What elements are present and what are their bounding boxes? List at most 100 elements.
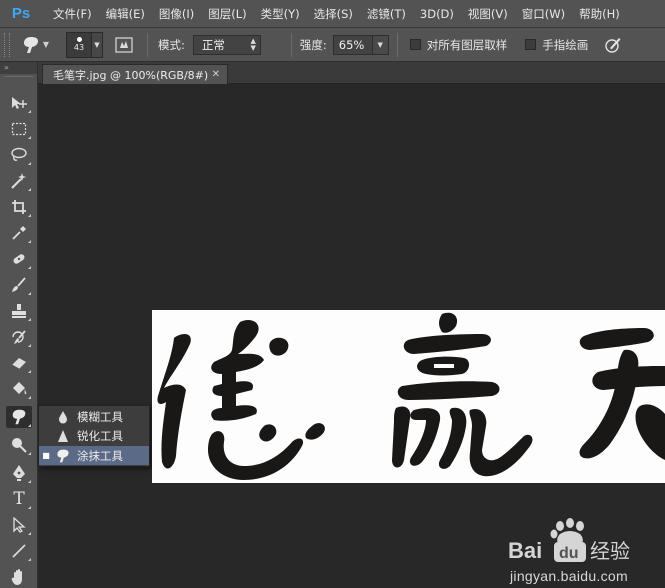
hand-icon xyxy=(11,569,22,585)
tool-group-indicator xyxy=(28,344,31,347)
eyedropper-icon xyxy=(12,226,26,240)
finger-painting-label: 手指绘画 xyxy=(542,37,589,52)
menu-type[interactable]: 类型(Y) xyxy=(254,0,307,28)
flyout-item-smudge-tool[interactable]: ■ 涂抹工具 xyxy=(39,446,149,465)
tool-group-indicator xyxy=(28,188,31,191)
hand-tool[interactable] xyxy=(6,566,32,588)
menu-bar: Ps 文件(F) 编辑(E) 图像(I) 图层(L) 类型(Y) 选择(S) 滤… xyxy=(0,0,665,28)
brush-picker-dropdown[interactable]: ▼ xyxy=(92,31,103,58)
marquee-icon xyxy=(11,122,27,136)
history-brush-tool[interactable] xyxy=(6,326,32,348)
brush-size-value: 43 xyxy=(73,43,85,52)
mode-value: 正常 xyxy=(201,37,225,52)
paint-bucket-icon xyxy=(13,382,27,395)
pen-tool[interactable] xyxy=(6,462,32,484)
brush-panel-icon xyxy=(115,36,133,53)
flyout-item-sharpen-tool[interactable]: 锐化工具 xyxy=(39,426,149,445)
separator xyxy=(396,32,398,57)
watermark-brand-cn: 经验 xyxy=(590,539,630,563)
smudge-icon xyxy=(12,409,26,425)
toolbox-collapse-icon[interactable]: » xyxy=(0,62,37,74)
path-select-icon xyxy=(13,517,26,533)
pressure-pen-icon xyxy=(605,37,621,53)
magic-wand-tool[interactable] xyxy=(6,170,32,192)
menu-3d[interactable]: 3D(D) xyxy=(413,0,461,28)
eraser-icon xyxy=(11,358,26,370)
healing-brush-tool[interactable] xyxy=(6,248,32,270)
smudge-icon xyxy=(23,36,38,53)
tool-group-indicator xyxy=(28,266,31,269)
menu-edit[interactable]: 编辑(E) xyxy=(99,0,152,28)
lasso-icon xyxy=(11,147,27,161)
clone-stamp-tool[interactable] xyxy=(6,300,32,322)
strength-label: 强度: xyxy=(299,37,327,52)
brush-tool[interactable] xyxy=(6,274,32,296)
finger-painting-checkbox[interactable] xyxy=(525,39,537,50)
baidu-paw-logo: Bai du 经验 xyxy=(508,518,630,563)
brush-tip-icon xyxy=(76,37,82,42)
move-tool[interactable] xyxy=(6,92,32,114)
menu-file[interactable]: 文件(F) xyxy=(46,0,99,28)
smudge-tool[interactable] xyxy=(6,406,32,428)
menu-filter[interactable]: 滤镜(T) xyxy=(360,0,413,28)
flyout-item-label: 模糊工具 xyxy=(77,409,123,424)
document-tab[interactable]: 毛笔字.jpg @ 100%(RGB/8#) ✕ xyxy=(42,64,228,84)
brush-preset-preview[interactable]: 43 xyxy=(66,31,92,58)
close-icon[interactable]: ✕ xyxy=(212,69,220,80)
mode-select[interactable]: 正常 ▲ ▼ xyxy=(192,34,261,55)
path-selection-tool[interactable] xyxy=(6,514,32,536)
crop-tool[interactable] xyxy=(6,196,32,218)
menu-image[interactable]: 图像(I) xyxy=(152,0,201,28)
blur-drop-icon xyxy=(53,409,73,425)
smudge-tool-group-flyout: 模糊工具 锐化工具 ■ 涂抹工具 xyxy=(38,405,150,467)
brush-panel-toggle-button[interactable] xyxy=(113,34,135,56)
menu-view[interactable]: 视图(V) xyxy=(461,0,515,28)
tool-group-indicator xyxy=(28,558,31,561)
tool-group-indicator xyxy=(28,292,31,295)
chevron-down-icon: ▼ xyxy=(42,40,50,49)
sharpen-triangle-icon xyxy=(53,428,73,444)
history-brush-icon xyxy=(12,330,26,344)
menu-layer[interactable]: 图层(L) xyxy=(201,0,253,28)
paint-bucket-tool[interactable] xyxy=(6,378,32,400)
mode-label: 模式: xyxy=(158,37,185,52)
lasso-tool[interactable] xyxy=(6,144,32,166)
pen-icon xyxy=(13,465,25,481)
type-tool[interactable]: T xyxy=(6,488,32,510)
menu-select[interactable]: 选择(S) xyxy=(307,0,360,28)
calligraphy-artwork xyxy=(157,312,665,480)
eyedropper-tool[interactable] xyxy=(6,222,32,244)
svg-text:du: du xyxy=(559,545,579,562)
strength-input[interactable]: 65% xyxy=(332,34,373,55)
smudge-finger-icon xyxy=(53,448,73,464)
document-tab-bar: 毛笔字.jpg @ 100%(RGB/8#) ✕ xyxy=(38,62,665,84)
tool-group-indicator xyxy=(28,480,31,483)
pressure-button[interactable] xyxy=(602,34,624,56)
eraser-tool[interactable] xyxy=(6,352,32,374)
flyout-item-label: 涂抹工具 xyxy=(77,448,123,463)
tool-group-indicator xyxy=(28,318,31,321)
tool-group-indicator xyxy=(28,396,31,399)
menu-window[interactable]: 窗口(W) xyxy=(515,0,572,28)
marquee-tool[interactable] xyxy=(6,118,32,140)
flyout-item-blur-tool[interactable]: 模糊工具 xyxy=(39,407,149,426)
sample-all-layers-label: 对所有图层取样 xyxy=(426,37,508,52)
type-icon: T xyxy=(13,489,25,509)
selected-bullet-icon: ■ xyxy=(42,451,50,460)
tool-group-indicator xyxy=(28,424,31,427)
separator xyxy=(147,32,148,57)
updown-arrows-icon: ▲ ▼ xyxy=(250,36,256,52)
toolbox-grip[interactable] xyxy=(4,76,33,90)
strength-slider-dropdown[interactable]: ▼ xyxy=(372,34,389,55)
separator xyxy=(290,32,292,57)
document-canvas-image[interactable] xyxy=(152,310,665,483)
dodge-tool[interactable] xyxy=(6,434,32,456)
tool-group-indicator xyxy=(28,240,31,243)
tool-preset-picker[interactable]: ▼ xyxy=(18,32,52,58)
crop-icon xyxy=(12,200,26,214)
menu-help[interactable]: 帮助(H) xyxy=(572,0,627,28)
line-tool[interactable] xyxy=(6,540,32,562)
options-bar-grip[interactable] xyxy=(4,32,10,57)
tool-group-indicator xyxy=(28,214,31,217)
sample-all-layers-checkbox[interactable] xyxy=(409,39,421,50)
